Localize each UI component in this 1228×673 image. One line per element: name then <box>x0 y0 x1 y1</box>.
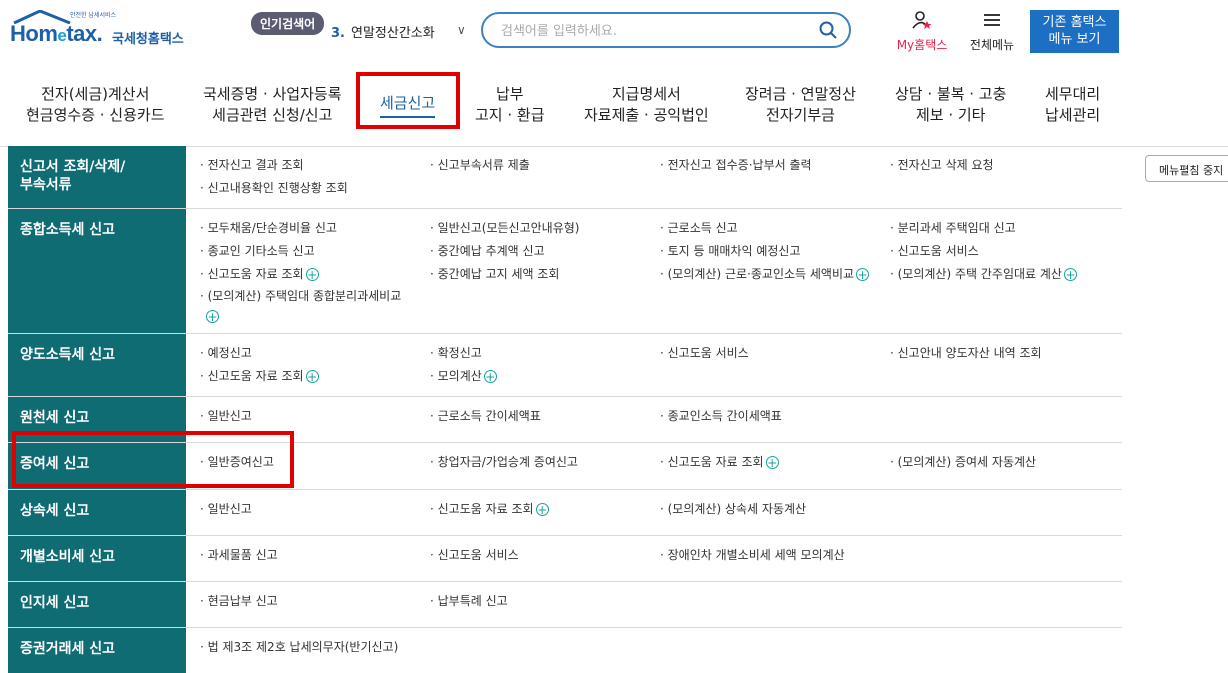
search-icon[interactable] <box>819 21 837 39</box>
row-heading: 상속세 신고 <box>8 490 186 535</box>
highlight-box-tax-filing <box>356 72 460 129</box>
menu-link[interactable]: · 신고부속서류 제출 <box>430 154 660 177</box>
menu-link[interactable]: · 근로소득 간이세액표 <box>430 405 660 428</box>
menu-row: 상속세 신고 · 일반신고 · 신고도움 자료 조회 + · (모의계산) 상속세… <box>8 490 1122 536</box>
gnb-item-tax-agent[interactable]: 세무대리 납세관리 <box>1045 84 1100 126</box>
gnb-item-consultation[interactable]: 상담 · 불복 · 고충 제보 · 기타 <box>895 84 1006 126</box>
menu-row: 신고서 조회/삭제/부속서류 · 전자신고 결과 조회 · 신고부속서류 제출 … <box>8 146 1122 209</box>
gnb-item-payment[interactable]: 납부 고지 · 환급 <box>475 84 545 126</box>
menu-link[interactable]: · 전자신고 삭제 요청 <box>890 154 1120 177</box>
menu-link[interactable]: · 전자신고 접수증·납부서 출력 <box>660 154 890 177</box>
menu-link[interactable]: · 법 제3조 제2호 납세의무자(반기신고) <box>200 636 1120 659</box>
plus-icon[interactable]: + <box>765 456 779 469</box>
menu-link-with-expand[interactable]: · 신고도움 자료 조회 + <box>430 498 660 521</box>
plus-icon[interactable]: + <box>1063 268 1077 281</box>
popular-search-badge: 인기검색어 <box>251 12 325 35</box>
menu-link-with-expand[interactable]: · 신고도움 자료 조회 + <box>200 263 430 286</box>
menu-link[interactable]: · 신고도움 서비스 <box>890 240 1120 263</box>
row-heading: 종합소득세 신고 <box>8 209 186 333</box>
row-heading: 양도소득세 신고 <box>8 334 186 396</box>
plus-icon[interactable]: + <box>856 268 870 281</box>
menu-link[interactable]: · 신고안내 양도자산 내역 조회 <box>890 342 1120 365</box>
gnb-item-e-invoice[interactable]: 전자(세금)계산서 현금영수증 · 신용카드 <box>26 84 165 126</box>
row-heading: 신고서 조회/삭제/부속서류 <box>8 146 186 208</box>
menu-link-with-expand[interactable]: · (모의계산) 주택 간주임대료 계산 + <box>890 263 1120 286</box>
menu-link-with-expand[interactable]: · (모의계산) 근로·종교인소득 세액비교 + <box>660 263 890 286</box>
search-box <box>481 12 851 48</box>
menu-link[interactable]: · 일반신고 <box>200 405 430 428</box>
logo-subtitle: 국세청홈택스 <box>112 32 184 47</box>
hometax-logo[interactable]: 안전한 납세서비스 Hometax. 국세청홈택스 <box>10 10 200 50</box>
menu-link-with-expand[interactable]: · 신고도움 자료 조회 + <box>660 451 890 474</box>
menu-link[interactable]: · 중간예납 고지 세액 조회 <box>430 263 660 286</box>
logo-tagline: 안전한 납세서비스 <box>70 12 117 19</box>
row-heading: 인지세 신고 <box>8 582 186 627</box>
highlight-box-gift-tax <box>12 431 294 488</box>
menu-link[interactable]: · 납부특례 신고 <box>430 590 660 613</box>
menu-row: 개별소비세 신고 · 과세물품 신고 · 신고도움 서비스 · 장애인차 개별소… <box>8 536 1122 582</box>
hamburger-icon <box>984 14 1000 26</box>
gnb-item-payment-statement[interactable]: 지급명세서 자료제출 · 공익법인 <box>584 84 709 126</box>
menu-link[interactable]: · 신고도움 서비스 <box>430 544 660 567</box>
menu-link[interactable]: · 예정신고 <box>200 342 430 365</box>
menu-link[interactable]: · 현금납부 신고 <box>200 590 430 613</box>
menu-link[interactable]: · 창업자금/가업승계 증여신고 <box>430 451 660 474</box>
logo-wordmark: Hometax. <box>10 21 103 46</box>
menu-link[interactable]: · 중간예납 추계액 신고 <box>430 240 660 263</box>
old-hometax-menu-button[interactable]: 기존 홈택스 메뉴 보기 <box>1030 10 1119 53</box>
menu-link[interactable]: · 신고도움 서비스 <box>660 342 890 365</box>
menu-link[interactable]: · 일반신고(모든신고안내유형) <box>430 217 660 240</box>
menu-expand-stop-button[interactable]: 메뉴펼침 중지 <box>1145 155 1228 182</box>
menu-row: 인지세 신고 · 현금납부 신고 · 납부특례 신고 <box>8 582 1122 628</box>
all-menu-label: 전체메뉴 <box>969 38 1015 52</box>
menu-link[interactable]: · 토지 등 매매차익 예정신고 <box>660 240 890 263</box>
menu-link[interactable]: · 전자신고 결과 조회 <box>200 154 430 177</box>
gnb-item-certificate[interactable]: 국세증명 · 사업자등록 세금관련 신청/신고 <box>203 84 342 126</box>
row-heading: 개별소비세 신고 <box>8 536 186 581</box>
plus-icon[interactable]: + <box>206 310 219 323</box>
menu-link[interactable]: · 분리과세 주택임대 신고 <box>890 217 1120 240</box>
plus-icon[interactable]: + <box>305 370 319 383</box>
menu-link[interactable]: · (모의계산) 증여세 자동계산 <box>890 451 1120 474</box>
menu-link-with-expand[interactable]: · (모의계산) 주택임대 종합분리과세비교 + <box>200 286 430 326</box>
my-hometax-link[interactable]: My홈택스 <box>892 10 952 53</box>
menu-row: 증권거래세 신고 · 법 제3조 제2호 납세의무자(반기신고) <box>8 628 1122 673</box>
menu-row: 종합소득세 신고 · 모두채움/단순경비율 신고 · 일반신고(모든신고안내유형… <box>8 209 1122 334</box>
row-heading: 증권거래세 신고 <box>8 628 186 673</box>
menu-link[interactable]: · 모두채움/단순경비율 신고 <box>200 217 430 240</box>
user-star-icon <box>912 11 932 29</box>
menu-link[interactable]: · 신고내용확인 진행상황 조회 <box>200 177 430 200</box>
my-hometax-label: My홈택스 <box>896 38 948 52</box>
menu-link[interactable]: · (모의계산) 상속세 자동계산 <box>660 498 890 521</box>
all-menu-button[interactable]: 전체메뉴 <box>962 10 1022 53</box>
popular-search-term[interactable]: 3. 연말정산간소화 <box>331 22 435 41</box>
menu-link-with-expand[interactable]: · 신고도움 자료 조회 + <box>200 365 430 388</box>
plus-icon[interactable]: + <box>305 268 319 281</box>
plus-icon[interactable]: + <box>483 370 497 383</box>
menu-link[interactable]: · 근로소득 신고 <box>660 217 890 240</box>
menu-row: 양도소득세 신고 · 예정신고 · 확정신고 · 신고도움 서비스 · 신고안내… <box>8 334 1122 397</box>
menu-link[interactable]: · 종교인 기타소득 신고 <box>200 240 430 263</box>
menu-link-with-expand[interactable]: · 모의계산 + <box>430 365 660 388</box>
menu-link[interactable]: · 일반신고 <box>200 498 430 521</box>
menu-link[interactable]: · 확정신고 <box>430 342 660 365</box>
chevron-down-icon[interactable]: ∨ <box>457 23 466 37</box>
tax-filing-submenu: 신고서 조회/삭제/부속서류 · 전자신고 결과 조회 · 신고부속서류 제출 … <box>8 146 1122 673</box>
plus-icon[interactable]: + <box>535 503 549 516</box>
search-input[interactable] <box>499 20 803 42</box>
header: 안전한 납세서비스 Hometax. 국세청홈택스 인기검색어 3. 연말정산간소… <box>0 0 1228 62</box>
gnb-item-incentive[interactable]: 장려금 · 연말정산 전자기부금 <box>745 84 856 126</box>
menu-link[interactable]: · 과세물품 신고 <box>200 544 430 567</box>
main-navigation: 전자(세금)계산서 현금영수증 · 신용카드 국세증명 · 사업자등록 세금관련 신… <box>0 62 1228 147</box>
menu-link[interactable]: · 장애인차 개별소비세 세액 모의계산 <box>660 544 890 567</box>
menu-link[interactable]: · 종교인소득 간이세액표 <box>660 405 890 428</box>
